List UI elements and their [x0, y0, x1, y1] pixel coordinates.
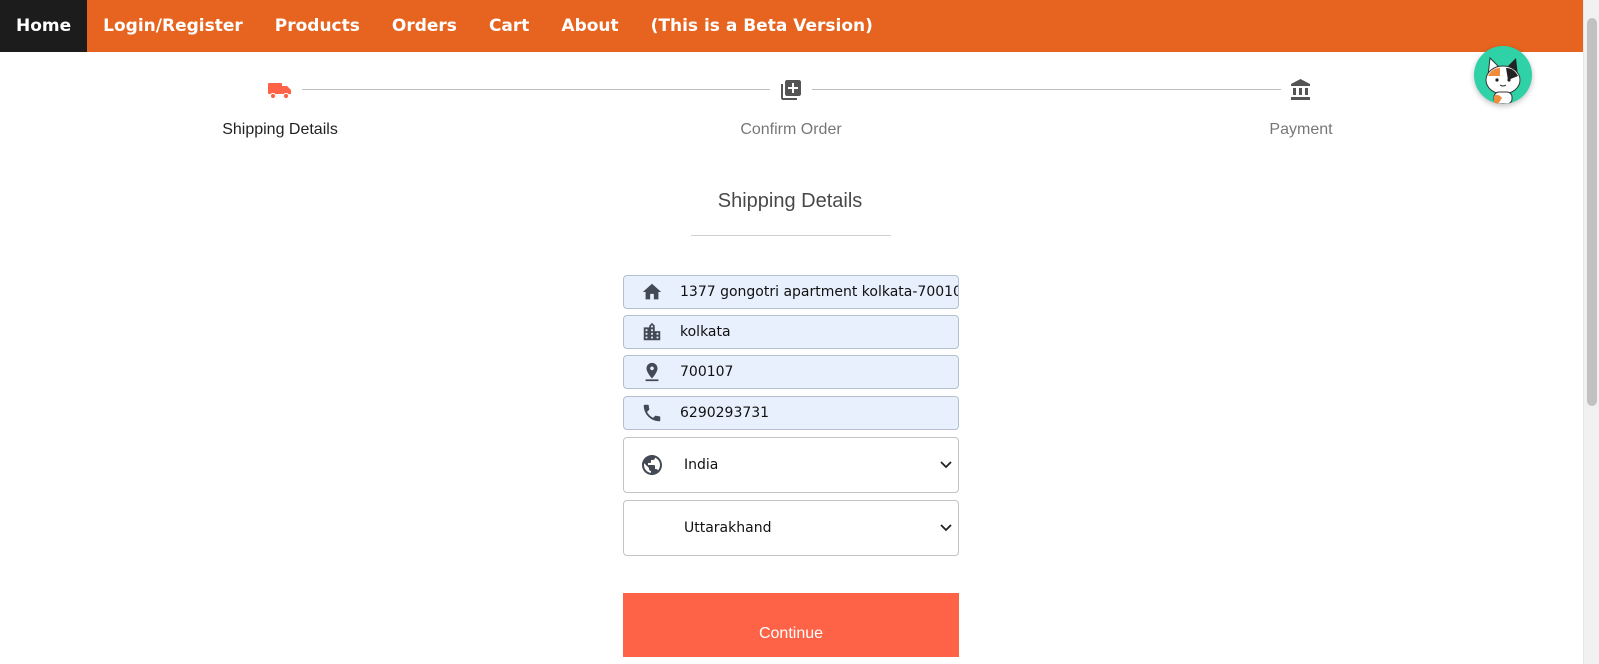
- city-field[interactable]: kolkata: [623, 315, 959, 349]
- step-label-shipping: Shipping Details: [222, 121, 338, 138]
- pincode-value: 700107: [680, 364, 734, 380]
- pincode-field[interactable]: 700107: [623, 355, 959, 389]
- continue-button[interactable]: Continue: [623, 593, 959, 657]
- state-value: Uttarakhand: [684, 520, 772, 536]
- globe-icon: [624, 438, 680, 492]
- nav-about[interactable]: About: [545, 0, 634, 52]
- form-heading: Shipping Details: [717, 190, 863, 212]
- country-value: India: [684, 457, 719, 473]
- nav-login-register[interactable]: Login/Register: [87, 0, 259, 52]
- step-payment-bank-icon: [1287, 76, 1315, 104]
- step-shipping-truck-icon: [266, 76, 294, 104]
- address-field[interactable]: 1377 gongotri apartment kolkata-700107: [623, 275, 959, 309]
- phone-field[interactable]: 6290293731: [623, 396, 959, 430]
- home-icon: [624, 276, 680, 308]
- step-confirm-add-box-icon: [777, 76, 805, 104]
- step-label-payment: Payment: [1269, 121, 1333, 138]
- nav-beta-notice[interactable]: (This is a Beta Version): [635, 0, 889, 52]
- top-navbar: Home Login/Register Products Orders Cart…: [0, 0, 1583, 52]
- step-connector-1: [302, 89, 770, 90]
- state-icon-placeholder: [624, 501, 680, 555]
- nav-orders[interactable]: Orders: [376, 0, 473, 52]
- state-select[interactable]: Uttarakhand: [623, 500, 959, 556]
- location-city-icon: [624, 316, 680, 348]
- cat-avatar-icon: [1485, 56, 1521, 104]
- phone-icon: [624, 397, 680, 429]
- step-label-confirm: Confirm Order: [740, 121, 842, 138]
- chevron-down-icon: [934, 438, 958, 492]
- scrollbar-thumb[interactable]: [1587, 18, 1597, 406]
- page-scrollbar[interactable]: [1583, 0, 1599, 664]
- pin-drop-icon: [624, 356, 680, 388]
- cat-avatar[interactable]: [1474, 46, 1532, 104]
- city-value: kolkata: [680, 324, 731, 340]
- nav-home[interactable]: Home: [0, 0, 88, 52]
- phone-value: 6290293731: [680, 405, 770, 421]
- heading-divider: [691, 235, 891, 236]
- step-connector-2: [812, 89, 1281, 90]
- country-select[interactable]: India: [623, 437, 959, 493]
- chevron-down-icon: [934, 501, 958, 555]
- nav-products[interactable]: Products: [259, 0, 376, 52]
- address-value: 1377 gongotri apartment kolkata-700107: [680, 284, 958, 300]
- nav-cart[interactable]: Cart: [473, 0, 545, 52]
